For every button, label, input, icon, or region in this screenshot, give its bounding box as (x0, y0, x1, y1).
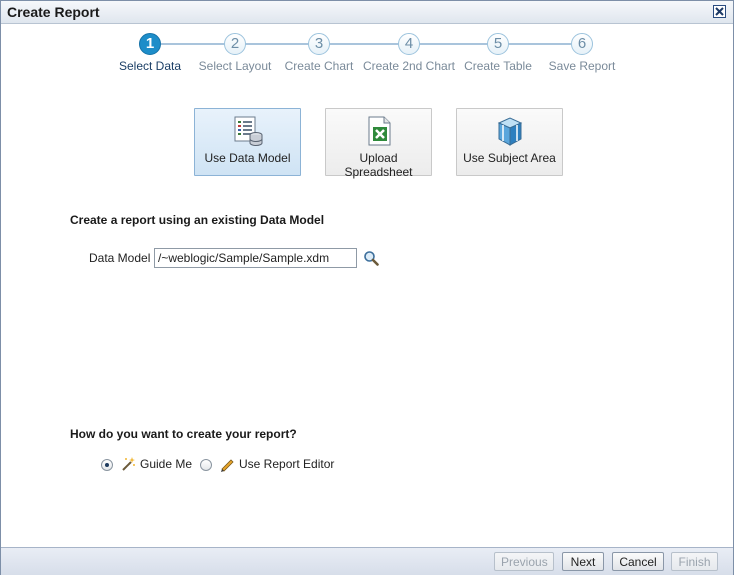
next-button[interactable]: Next (562, 552, 604, 571)
subject-area-icon (497, 117, 523, 146)
step-number: 4 (398, 33, 420, 55)
cancel-button[interactable]: Cancel (612, 552, 664, 571)
upload-spreadsheet-button[interactable]: Upload Spreadsheet (325, 108, 432, 179)
finish-button[interactable]: Finish (671, 552, 718, 571)
dialog-footer: Previous Next Cancel Finish (1, 547, 733, 575)
search-icon[interactable] (363, 250, 379, 266)
tile-label: Use Data Model (204, 151, 291, 165)
use-report-editor-option[interactable]: Use Report Editor (200, 456, 334, 474)
pencil-icon (221, 459, 234, 472)
close-icon[interactable] (713, 5, 726, 18)
data-model-label: Data Model (89, 251, 151, 265)
create-report-dialog: Create Report 1 Select Data 2 Select Lay… (0, 0, 734, 575)
tile-label: Use Subject Area (463, 151, 556, 165)
data-model-input[interactable] (154, 248, 357, 268)
step-number: 1 (139, 33, 161, 55)
title-bar: Create Report (1, 1, 733, 24)
data-model-icon (234, 116, 263, 146)
use-subject-area-button[interactable]: Use Subject Area (456, 108, 563, 176)
guide-me-radio[interactable] (101, 459, 113, 471)
use-report-editor-radio[interactable] (200, 459, 212, 471)
tile-label: Upload Spreadsheet (344, 151, 413, 179)
dialog-title: Create Report (7, 4, 100, 20)
step-number: 3 (308, 33, 330, 55)
train-step-save-report[interactable]: 6 Save Report (527, 33, 637, 73)
guide-me-label: Guide Me (140, 457, 193, 471)
step-number: 6 (571, 33, 593, 55)
spreadsheet-icon (368, 116, 391, 146)
magic-wand-icon (122, 457, 135, 471)
step-number: 2 (224, 33, 246, 55)
step-label: Save Report (548, 59, 616, 73)
step-number: 5 (487, 33, 509, 55)
previous-button[interactable]: Previous (494, 552, 554, 571)
guide-me-option[interactable]: Guide Me (101, 456, 193, 474)
creation-method-heading: How do you want to create your report? (70, 427, 297, 441)
use-report-editor-label: Use Report Editor (239, 457, 335, 471)
use-data-model-button[interactable]: Use Data Model (194, 108, 301, 176)
data-model-heading: Create a report using an existing Data M… (70, 213, 325, 227)
